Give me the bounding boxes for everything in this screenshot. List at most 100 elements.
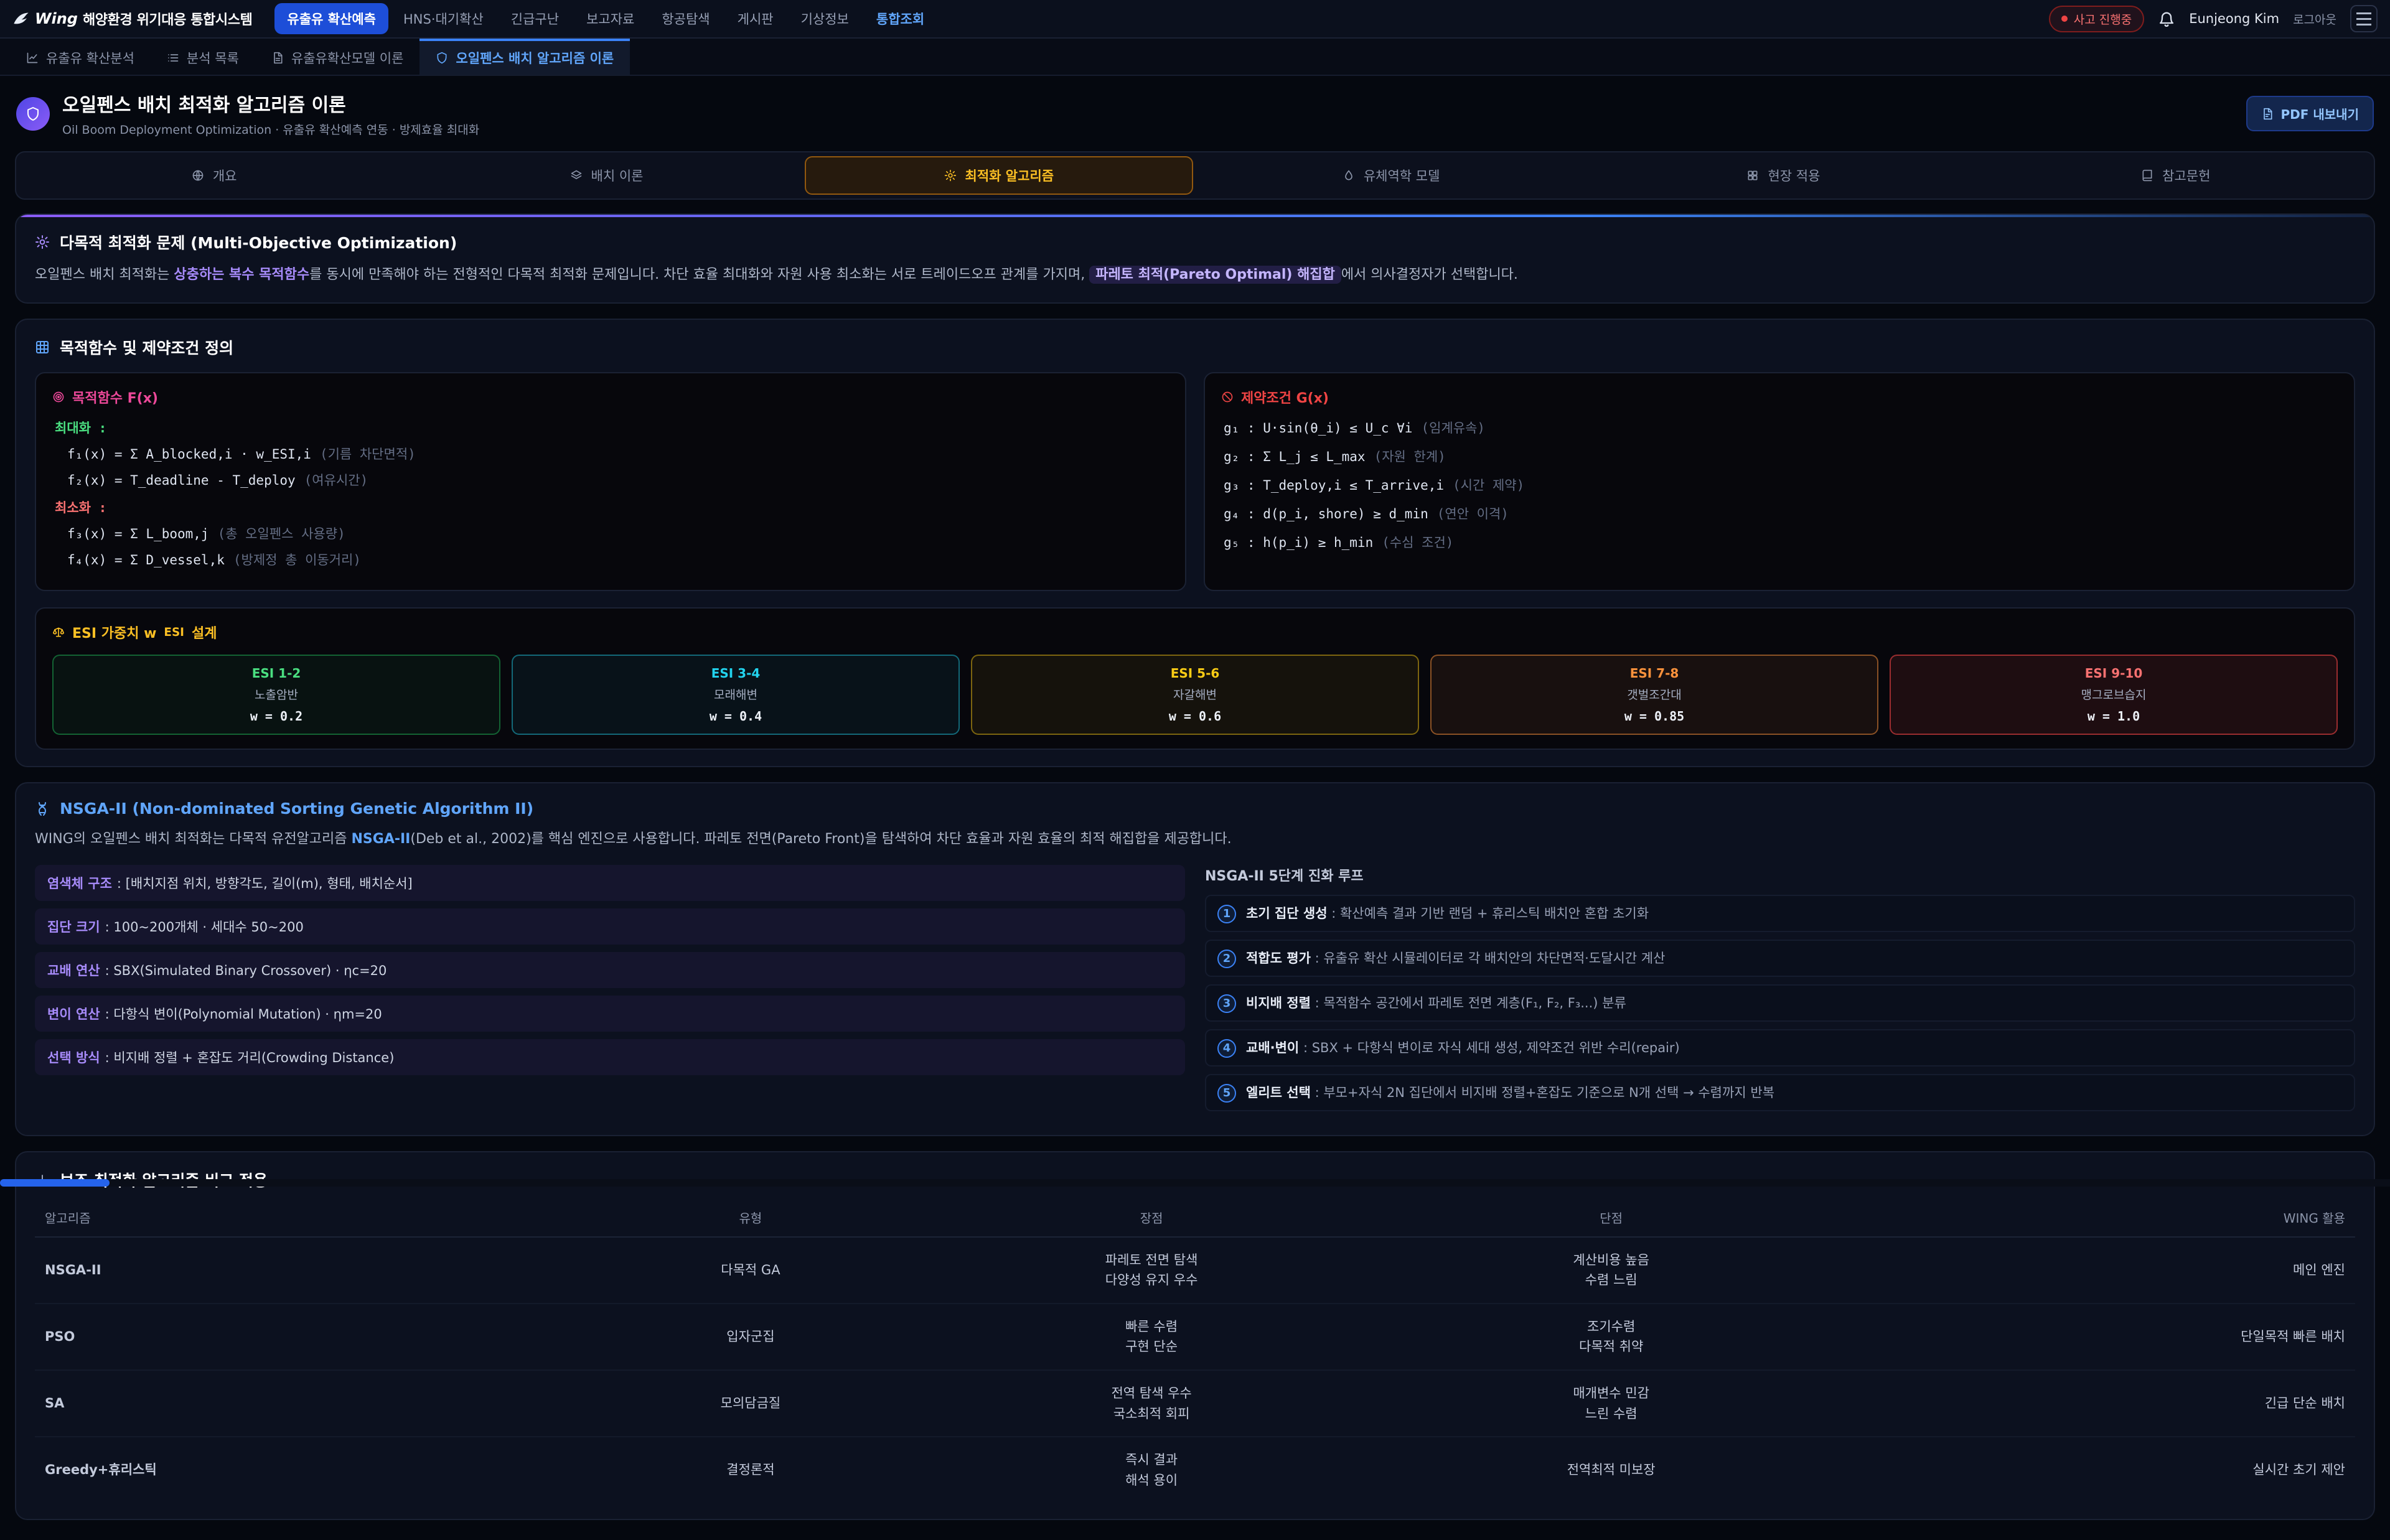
algo-wing-usage: 단일목적 빠른 배치 (1837, 1304, 2355, 1370)
algo-type: 다목적 GA (584, 1237, 917, 1304)
tab-analysis-list[interactable]: 분석 목록 (151, 39, 255, 75)
esi-title-row: ESI 가중치 wESI 설계 (52, 622, 2338, 642)
esi-weight: w = 0.6 (980, 709, 1410, 724)
nsga2-title: NSGA-II (Non-dominated Sorting Genetic A… (60, 800, 533, 818)
gear-icon (35, 235, 50, 250)
algorithm-comparison-table: 알고리즘 유형 장점 단점 WING 활용 NSGA-II 다목적 GA 파레토… (35, 1198, 2355, 1503)
logout-button[interactable]: 로그아웃 (2293, 11, 2336, 27)
page-header-text: 오일펜스 배치 최적화 알고리즘 이론 Oil Boom Deployment … (62, 90, 479, 138)
objective-constraints-card: 목적함수 및 제약조건 정의 목적함수 F(x) 최대화 : f₁(x) = Σ… (15, 319, 2375, 767)
nsga2-highlight: NSGA-II (352, 831, 411, 847)
ban-icon (1221, 391, 1234, 403)
pros-line: 파레토 전면 탐색 (927, 1250, 1375, 1271)
cons-line: 전역최적 미보장 (1395, 1460, 1827, 1480)
param-crossover: 교배 연산: SBX(Simulated Binary Crossover) ·… (35, 952, 1185, 988)
algo-type: 결정론적 (584, 1437, 917, 1503)
nav-item-integrated-search[interactable]: 통합조회 (864, 3, 937, 34)
col-type: 유형 (584, 1198, 917, 1237)
esi-shore-type: 모래해변 (520, 686, 951, 702)
intro-highlight-pareto: 파레토 최적(Pareto Optimal) 해집합 (1089, 266, 1341, 284)
step-title: 초기 집단 생성 (1246, 906, 1328, 921)
esi-card-1-2: ESI 1-2 노출암반 w = 0.2 (52, 655, 500, 735)
pros-line: 다양성 유지 우수 (927, 1270, 1375, 1290)
tab-boom-algorithm-theory[interactable]: 오일펜스 배치 알고리즘 이론 (419, 39, 630, 75)
section-tab-overview[interactable]: 개요 (20, 156, 408, 195)
section-tab-optimization[interactable]: 최적화 알고리즘 (805, 156, 1193, 195)
nav-item-hns-diffusion[interactable]: HNS·대기확산 (391, 3, 496, 34)
grid-icon (1746, 169, 1759, 182)
list-icon (167, 52, 179, 64)
formula-text: g₃ : T_deploy,i ≤ T_arrive,i (1224, 478, 1444, 493)
pros-line: 즉시 결과 (927, 1450, 1375, 1470)
formula-text: g₂ : Σ L_j ≤ L_max (1224, 449, 1366, 464)
section-tab-label: 유체역학 모델 (1364, 166, 1440, 185)
section-tab-references[interactable]: 참고문헌 (1982, 156, 2370, 195)
formula-note: (기름 차단면적) (320, 447, 416, 462)
intro-text: 를 동시에 만족해야 하는 전형적인 다목적 최적화 문제입니다. 차단 효율 … (309, 267, 1089, 282)
esi-shore-type: 노출암반 (61, 686, 492, 702)
esi-weights-panel: ESI 가중치 wESI 설계 ESI 1-2 노출암반 w = 0.2 ESI… (35, 607, 2355, 750)
table-grid-icon (35, 340, 50, 355)
formula-note: (자원 한계) (1374, 449, 1446, 464)
cons-line: 다목적 취약 (1395, 1337, 1827, 1357)
pros-line: 빠른 수렴 (927, 1317, 1375, 1337)
esi-weight: w = 0.4 (520, 709, 951, 724)
horizontal-scrollbar[interactable] (0, 1179, 2390, 1187)
pdf-export-button[interactable]: PDF 내보내기 (2246, 96, 2374, 131)
step-text: : SBX + 다항식 변이로 자식 세대 생성, 제약조건 위반 수리(rep… (1303, 1040, 1680, 1055)
esi-weight: w = 1.0 (1898, 709, 2329, 724)
page-subtitle: Oil Boom Deployment Optimization · 유출유 확… (62, 121, 479, 138)
section-tabs: 개요 배치 이론 최적화 알고리즘 유체역학 모델 현장 적용 참고문헌 (15, 151, 2375, 200)
nav-item-emergency-rescue[interactable]: 긴급구난 (499, 3, 571, 34)
section-tab-deployment-theory[interactable]: 배치 이론 (412, 156, 800, 195)
minimize-label: 최소화 : (55, 498, 1169, 516)
nav-item-board[interactable]: 게시판 (725, 3, 786, 34)
tab-spill-model-theory[interactable]: 유출유확산모델 이론 (255, 39, 420, 75)
nsga2-text: WING의 오일펜스 배치 최적화는 다목적 유전알고리즘 (35, 831, 352, 847)
algo-pros: 즉시 결과해석 용이 (917, 1437, 1385, 1503)
formula-text: g₅ : h(p_i) ≥ h_min (1224, 535, 1373, 550)
param-value: : 100~200개체 · 세대수 50~200 (105, 920, 304, 935)
sub-tabbar: 유출유 확산분석 분석 목록 유출유확산모델 이론 오일펜스 배치 알고리즘 이… (0, 39, 2390, 76)
formula-text: f₃(x) = Σ L_boom,j (67, 526, 209, 541)
app-logo[interactable]: Wing 해양환경 위기대응 통합시스템 (12, 9, 252, 29)
section-tab-hydrodynamics[interactable]: 유체역학 모델 (1197, 156, 1585, 195)
esi-shore-type: 맹그로브습지 (1898, 686, 2329, 702)
constraint-g3: g₃ : T_deploy,i ≤ T_arrive,i (시간 제약) (1224, 475, 2338, 494)
formula-text: f₂(x) = T_deadline - T_deploy (67, 473, 296, 488)
formula-note: (시간 제약) (1453, 478, 1524, 493)
cons-line: 수렴 느림 (1395, 1270, 1827, 1290)
esi-card-grid: ESI 1-2 노출암반 w = 0.2 ESI 3-4 모래해변 w = 0.… (52, 655, 2338, 735)
hamburger-menu-icon[interactable] (2350, 5, 2378, 32)
nsga2-paragraph: WING의 오일펜스 배치 최적화는 다목적 유전알고리즘 NSGA-II(De… (35, 828, 2355, 851)
nav-item-aerial-search[interactable]: 항공탐색 (649, 3, 722, 34)
nsga2-title-row: NSGA-II (Non-dominated Sorting Genetic A… (35, 800, 2355, 818)
tab-label: 분석 목록 (187, 49, 239, 67)
table-row-greedy: Greedy+휴리스틱 결정론적 즉시 결과해석 용이 전역최적 미보장 실시간… (35, 1437, 2355, 1503)
scrollbar-thumb[interactable] (0, 1179, 110, 1187)
nsga2-loop-column: NSGA-II 5단계 진화 루프 1 초기 집단 생성 : 확산예측 결과 기… (1205, 865, 2355, 1119)
objective-formula-f1: f₁(x) = Σ A_blocked,i · w_ESI,i(기름 차단면적) (67, 444, 1169, 463)
param-chromosome: 염색체 구조: [배치지점 위치, 방향각도, 길이(m), 형태, 배치순서] (35, 865, 1185, 901)
incident-status-badge[interactable]: 사고 진행중 (2049, 6, 2144, 32)
objective-section-title: 목적함수 및 제약조건 정의 (60, 336, 233, 358)
section-tab-field-application[interactable]: 현장 적용 (1589, 156, 1977, 195)
tab-label: 유출유확산모델 이론 (291, 49, 404, 67)
pdf-document-icon (2261, 108, 2274, 120)
nav-item-spill-prediction[interactable]: 유출유 확산예측 (274, 3, 388, 34)
param-value: : SBX(Simulated Binary Crossover) · ηc=2… (105, 963, 387, 978)
algo-pros: 전역 탐색 우수국소최적 회피 (917, 1370, 1385, 1437)
pros-line: 전역 탐색 우수 (927, 1383, 1375, 1404)
esi-title-sub: ESI (164, 626, 184, 639)
esi-card-9-10: ESI 9-10 맹그로브습지 w = 1.0 (1890, 655, 2338, 735)
param-value: : 비지배 정렬 + 혼잡도 거리(Crowding Distance) (105, 1050, 395, 1065)
tab-spill-analysis[interactable]: 유출유 확산분석 (10, 39, 151, 75)
param-population: 집단 크기: 100~200개체 · 세대수 50~200 (35, 908, 1185, 945)
user-name[interactable]: Eunjeong Kim (2189, 11, 2279, 26)
param-selection: 선택 방식: 비지배 정렬 + 혼잡도 거리(Crowding Distance… (35, 1039, 1185, 1075)
nav-item-weather[interactable]: 기상정보 (789, 3, 861, 34)
bell-icon[interactable] (2158, 10, 2175, 27)
nav-item-reports[interactable]: 보고자료 (574, 3, 647, 34)
step-text: : 부모+자식 2N 집단에서 비지배 정렬+혼잡도 기준으로 N개 선택 → … (1315, 1085, 1774, 1100)
pros-line: 해석 용이 (927, 1470, 1375, 1491)
